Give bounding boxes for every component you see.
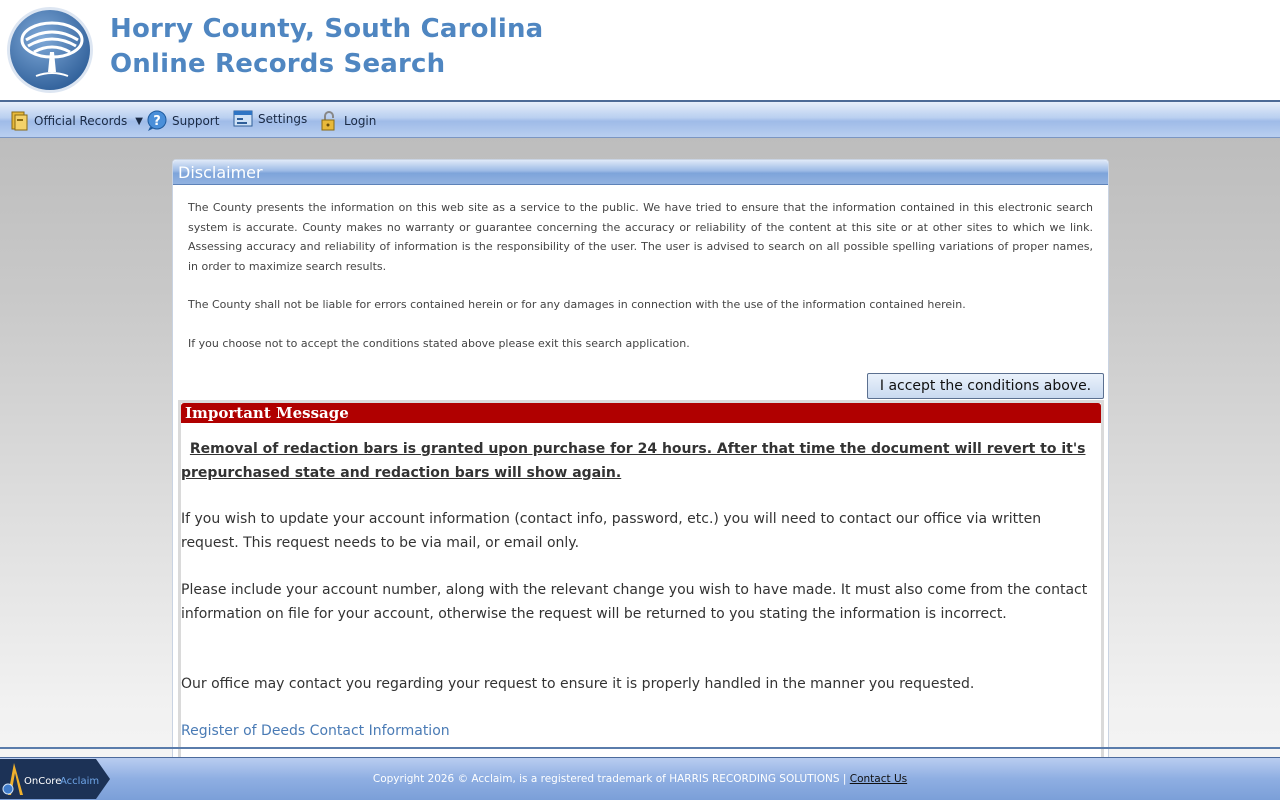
disclaimer-paragraph-1: The County presents the information on t… bbox=[188, 201, 1093, 273]
title-county: Horry County, South Carolina bbox=[110, 14, 544, 44]
title-app: Online Records Search bbox=[110, 49, 446, 79]
nav-login-label: Login bbox=[344, 114, 377, 128]
nav-support-label: Support bbox=[172, 114, 220, 128]
redaction-notice: Removal of redaction bars is granted upo… bbox=[181, 438, 1096, 485]
important-paragraph-1: If you wish to update your account infor… bbox=[181, 511, 1042, 551]
site-title: Horry County, South Carolina Online Reco… bbox=[110, 12, 543, 82]
important-paragraph-2: Please include your account number, alon… bbox=[181, 582, 1088, 622]
important-message-title: Important Message bbox=[181, 403, 1101, 423]
nav-login[interactable]: Login bbox=[318, 110, 376, 132]
important-paragraph-3: Our office may contact you regarding you… bbox=[181, 676, 975, 692]
disclaimer-title: Disclaimer bbox=[173, 160, 1108, 185]
redaction-notice-text: Removal of redaction bars is granted upo… bbox=[181, 441, 1086, 481]
settings-window-icon bbox=[233, 110, 253, 127]
accept-conditions-button[interactable]: I accept the conditions above. bbox=[867, 373, 1104, 399]
svg-text:?: ? bbox=[153, 114, 161, 129]
records-folder-icon bbox=[11, 111, 28, 131]
footer-divider bbox=[0, 747, 1280, 749]
help-question-icon: ? bbox=[147, 110, 167, 131]
copyright-label: Copyright 2026 © Acclaim, is a registere… bbox=[372, 773, 850, 785]
important-message-box: Important Message Removal of redaction b… bbox=[178, 400, 1104, 760]
header: Horry County, South Carolina Online Reco… bbox=[0, 0, 1280, 100]
chevron-down-icon: ▼ bbox=[135, 115, 143, 127]
disclaimer-paragraph-2: The County shall not be liable for error… bbox=[188, 298, 966, 311]
copyright-text: Copyright 2026 © Acclaim, is a registere… bbox=[0, 773, 1280, 785]
main-nav: Official Records ▼ ? Support Settings Lo… bbox=[0, 100, 1280, 138]
nav-settings-label: Settings bbox=[258, 112, 308, 126]
county-tree-logo-icon bbox=[7, 7, 93, 93]
footer: OnCore Acclaim Copyright 2026 © Acclaim,… bbox=[0, 747, 1280, 800]
nav-official-records-label: Official Records bbox=[34, 114, 128, 128]
nav-support[interactable]: ? Support bbox=[146, 110, 219, 132]
lock-icon bbox=[321, 111, 335, 131]
contact-us-link[interactable]: Contact Us bbox=[850, 773, 907, 785]
disclaimer-panel: Disclaimer The County presents the infor… bbox=[172, 159, 1109, 760]
register-of-deeds-contact-link[interactable]: Register of Deeds Contact Information bbox=[181, 720, 1096, 744]
nav-settings[interactable]: Settings bbox=[232, 108, 307, 130]
disclaimer-paragraph-3: If you choose not to accept the conditio… bbox=[188, 337, 690, 350]
nav-official-records[interactable]: Official Records ▼ bbox=[8, 110, 143, 132]
